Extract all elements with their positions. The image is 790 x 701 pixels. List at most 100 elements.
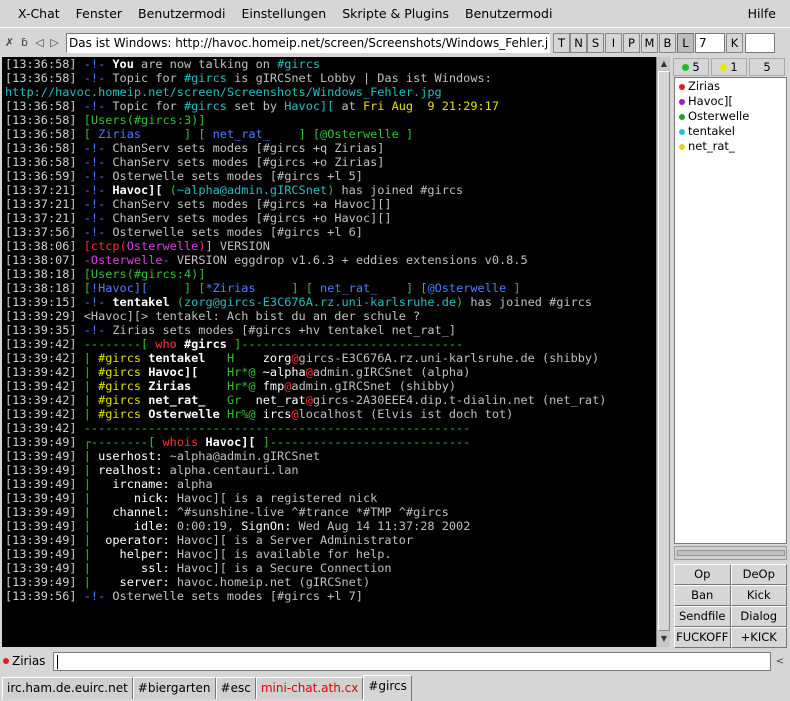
- mode-s-button[interactable]: S: [587, 33, 604, 53]
- chat-segment: [: [83, 239, 91, 253]
- mode-p-button[interactable]: P: [623, 33, 640, 53]
- scroll-thumb[interactable]: [658, 71, 670, 631]
- user-list-item[interactable]: Havoc][: [675, 94, 786, 109]
- user-list-item[interactable]: Osterwelle: [675, 109, 786, 124]
- chat-segment: tentakel: [105, 295, 170, 309]
- chat-segment: Osterwelle: [141, 407, 220, 421]
- chat-segment: -!-: [83, 155, 106, 169]
- chat-segment: @: [305, 365, 313, 379]
- chat-segment: ChanServ sets modes [#gircs +o Zirias]: [105, 155, 385, 169]
- timestamp: [13:37:21]: [5, 211, 84, 225]
- deop-button[interactable]: DeOp: [730, 564, 787, 585]
- menu-hilfe[interactable]: Hilfe: [740, 3, 784, 25]
- chat-line: [13:39:29] <Havoc][> tentakel: Ach bist …: [5, 309, 656, 323]
- chat-segment: @: [305, 393, 313, 407]
- mode-n-button[interactable]: N: [570, 33, 587, 53]
- chat-segment: server:: [119, 575, 170, 589]
- topic-input[interactable]: Das ist Windows: http://havoc.homeip.net…: [66, 33, 550, 53]
- chat-segment: (: [119, 239, 127, 253]
- menu-xchat[interactable]: X-Chat: [10, 3, 68, 25]
- kick-button[interactable]: Kick: [730, 585, 787, 606]
- nick-button[interactable]: Zirias: [3, 652, 45, 670]
- channel-tab[interactable]: irc.ham.de.euirc.net: [2, 677, 133, 699]
- close-tab-icon[interactable]: ✗: [2, 33, 17, 52]
- chat-segment: Havoc][: [141, 365, 199, 379]
- chat-segment: [: [83, 281, 91, 295]
- ban-button[interactable]: Ban: [674, 585, 731, 606]
- chat-segment: zorg@gircs-E3C676A.rz.uni-karlsruhe.de: [184, 295, 457, 309]
- scroll-up-icon[interactable]: ▲: [658, 58, 670, 70]
- user-list-item[interactable]: net_rat_: [675, 139, 786, 154]
- chat-segment: [: [83, 113, 91, 127]
- input-scroll-left-icon[interactable]: <: [773, 654, 787, 670]
- chat-segment: has joined #gircs: [334, 183, 464, 197]
- op-button[interactable]: Op: [674, 564, 731, 585]
- chat-segment: idle:: [133, 519, 170, 533]
- user-list: Zirias Havoc][Osterwelle tentakel net_rat_: [674, 77, 787, 544]
- plus-kick-button[interactable]: +KICK: [730, 627, 787, 648]
- detach-icon[interactable]: ɓ: [17, 33, 32, 52]
- chat-segment: Zirias sets modes [#gircs +hv tentakel n…: [105, 323, 457, 337]
- fuckoff-button[interactable]: FUCKOFF: [674, 627, 731, 648]
- limit-input[interactable]: 7: [695, 33, 725, 53]
- chat-line: [13:39:49] | nick: Havoc][ is a register…: [5, 491, 656, 505]
- timestamp: [13:39:29]: [5, 309, 84, 323]
- chat-segment: |: [83, 365, 99, 379]
- menu-fenster[interactable]: Fenster: [68, 3, 130, 25]
- chat-line: [13:37:21] -!- Havoc][ (~alpha@admin.gIR…: [5, 183, 656, 197]
- chat-segment: ] [: [184, 281, 206, 295]
- chat-segment: alpha: [169, 477, 213, 491]
- mode-l-button[interactable]: L: [677, 33, 694, 53]
- chat-segment: ]: [198, 113, 206, 127]
- menubar: X-Chat Fenster Benutzermodi Einstellunge…: [0, 0, 790, 28]
- chat-segment: Havoc][ is available for help.: [169, 547, 392, 561]
- mode-b-button[interactable]: B: [659, 33, 676, 53]
- chat-segment: SignOn:: [241, 519, 292, 533]
- chat-segment: [: [83, 267, 91, 281]
- prev-arrow-icon[interactable]: ◁: [32, 33, 47, 52]
- chat-segment: ~alpha@admin.gIRCSnet: [176, 183, 328, 197]
- menu-benutzermodi[interactable]: Benutzermodi: [130, 3, 233, 25]
- dialog-button[interactable]: Dialog: [730, 606, 787, 627]
- chat-segment: net_rat: [248, 393, 306, 407]
- chat-segment: are now talking on: [133, 57, 278, 71]
- mode-t-button[interactable]: T: [553, 33, 570, 53]
- mode-i-button[interactable]: I: [605, 33, 622, 53]
- mode-k-button[interactable]: K: [726, 33, 743, 53]
- sendfile-button[interactable]: Sendfile: [674, 606, 731, 627]
- timestamp: [13:38:18]: [5, 281, 84, 295]
- user-list-item[interactable]: tentakel: [675, 124, 786, 139]
- menu-einstellungen[interactable]: Einstellungen: [233, 3, 334, 25]
- chat-text-area[interactable]: [13:36:58] -!- You are now talking on #g…: [2, 57, 656, 647]
- menu-benutzermodi-2[interactable]: Benutzermodi: [457, 3, 560, 25]
- channel-tab[interactable]: mini-chat.ath.cx: [255, 677, 364, 699]
- chat-line: [13:37:21] -!- ChanServ sets modes [#gir…: [5, 197, 656, 211]
- user-list-item[interactable]: Zirias: [675, 79, 786, 94]
- channel-tab[interactable]: #gircs: [363, 675, 412, 701]
- channel-tab[interactable]: #esc: [215, 677, 256, 699]
- timestamp: [13:39:35]: [5, 323, 84, 337]
- chat-segment: Gr: [205, 393, 249, 407]
- chat-scrollbar[interactable]: ▲ ▼: [656, 57, 670, 647]
- next-arrow-icon[interactable]: ▷: [47, 33, 62, 52]
- timestamp: [13:39:49]: [5, 449, 84, 463]
- timestamp: [13:36:58]: [5, 113, 84, 127]
- op-dot-icon: [682, 63, 690, 71]
- mode-m-button[interactable]: M: [641, 33, 658, 53]
- chat-line: [13:37:56] -!- Osterwelle sets modes [#g…: [5, 225, 656, 239]
- userlist-hscrollbar[interactable]: [674, 546, 787, 560]
- key-input[interactable]: [745, 33, 775, 53]
- menu-skripte-plugins[interactable]: Skripte & Plugins: [334, 3, 457, 25]
- chat-segment: #gircs: [98, 407, 142, 421]
- user-status-icon: [679, 98, 685, 105]
- chat-segment: #gircs: [98, 351, 142, 365]
- chat-segment: ssl:: [141, 561, 170, 575]
- channel-tab[interactable]: #biergarten: [132, 677, 216, 699]
- scroll-down-icon[interactable]: ▼: [658, 633, 670, 645]
- chat-line: [13:39:35] -!- Zirias sets modes [#gircs…: [5, 323, 656, 337]
- chat-line: [13:38:07] -Osterwelle- VERSION eggdrop …: [5, 253, 656, 267]
- chat-segment: |: [83, 463, 99, 477]
- message-input[interactable]: [53, 652, 771, 671]
- chat-segment: ircs: [255, 407, 292, 421]
- user-status-icon: [679, 143, 685, 150]
